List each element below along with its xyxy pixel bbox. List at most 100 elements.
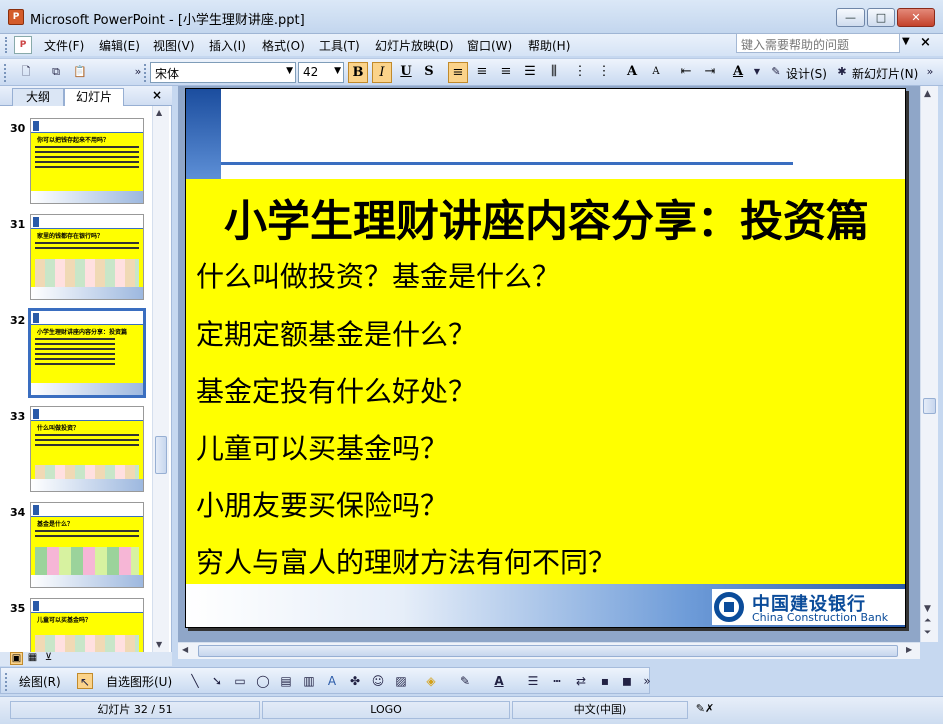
chevron-down-icon[interactable]: ▼ (902, 36, 910, 47)
slide-bullet[interactable]: 穷人与富人的理财方法有何不同？ (196, 541, 616, 581)
textbox-icon[interactable]: ▤ (278, 673, 294, 689)
font-color-icon[interactable]: A (491, 673, 507, 689)
picture-icon[interactable]: ▨ (393, 673, 409, 689)
minimize-button[interactable]: — (836, 8, 865, 27)
font-color-icon[interactable]: A (728, 62, 748, 83)
fill-color-icon[interactable]: ◈ (423, 673, 439, 689)
scroll-down-icon[interactable]: ▼ (924, 604, 931, 614)
normal-view-icon[interactable]: ▣ (10, 652, 23, 665)
thumbnail-scrollbar[interactable]: ▲ ▼ (152, 106, 169, 652)
tab-slides[interactable]: 幻灯片 (64, 88, 124, 106)
horizontal-scrollbar[interactable]: ◀ ▶ (178, 642, 920, 659)
autoshapes-button[interactable]: 自选图形(U) (106, 673, 172, 690)
clipart-icon[interactable]: ☺ (370, 673, 386, 689)
align-center-icon[interactable]: ≡ (472, 62, 492, 83)
vertical-textbox-icon[interactable]: ▥ (301, 673, 317, 689)
menu-edit[interactable]: 编辑(E) (99, 37, 140, 54)
line-icon[interactable]: ╲ (187, 673, 203, 689)
current-slide[interactable]: 小学生理财讲座内容分享：投资篇 什么叫做投资？基金是什么？ 定期定额基金是什么？… (185, 88, 906, 628)
diagram-icon[interactable]: ✤ (347, 673, 363, 689)
slide-title[interactable]: 小学生理财讲座内容分享：投资篇 (186, 187, 905, 249)
next-slide-icon[interactable]: ⏷ (924, 628, 931, 638)
slide-thumbnail[interactable]: 30 你可以把钱存起来不用吗？ (0, 112, 152, 208)
paste-icon[interactable]: 📋 (72, 64, 88, 80)
scrollbar-thumb[interactable] (198, 645, 898, 657)
thumbnail-frame[interactable]: 家里的钱都存在银行吗？ (30, 214, 144, 300)
scroll-down-icon[interactable]: ▼ (156, 640, 162, 649)
chevron-down-icon[interactable]: ▼ (286, 66, 293, 76)
3d-style-icon[interactable]: ◼ (619, 673, 635, 689)
thumbnail-frame[interactable]: 你可以把钱存起来不用吗？ (30, 118, 144, 204)
bullets-icon[interactable]: ⋮ (594, 62, 614, 83)
arrow-style-icon[interactable]: ⇄ (573, 673, 589, 689)
help-search-input[interactable]: 键入需要帮助的问题 (736, 33, 900, 53)
decrease-indent-icon[interactable]: ⇤ (676, 62, 696, 83)
menu-file[interactable]: 文件(F) (44, 37, 84, 54)
column-icon[interactable]: ⫼ (544, 62, 564, 83)
close-icon[interactable]: × (152, 88, 162, 102)
oval-icon[interactable]: ◯ (255, 673, 271, 689)
decrease-font-icon[interactable]: A (646, 62, 666, 83)
design-icon[interactable]: ✎ (768, 64, 784, 80)
slide-scrollbar[interactable]: ▲ ▼ ⏶ ⏷ (920, 86, 938, 642)
menu-tools[interactable]: 工具(T) (319, 37, 360, 54)
slideshow-icon[interactable]: ⊻ (42, 652, 55, 665)
slide-content-box[interactable]: 小学生理财讲座内容分享：投资篇 什么叫做投资？基金是什么？ 定期定额基金是什么？… (186, 179, 905, 584)
shadow-style-icon[interactable]: ▪ (597, 673, 613, 689)
slide-thumbnail[interactable]: 31 家里的钱都存在银行吗？ (0, 208, 152, 304)
slide-thumbnail[interactable]: 34 基金是什么？ (0, 496, 152, 592)
chevron-down-icon[interactable]: ▼ (749, 64, 765, 80)
menu-insert[interactable]: 插入(I) (209, 37, 246, 54)
justify-icon[interactable]: ☰ (520, 62, 540, 83)
maximize-button[interactable]: □ (867, 8, 895, 27)
thumbnail-frame[interactable]: 小学生理财讲座内容分享：投资篇 (28, 308, 146, 398)
toolbar-options-icon[interactable]: » (922, 64, 938, 80)
numbering-icon[interactable]: ⋮ (570, 62, 590, 83)
thumbnail-frame[interactable]: 儿童可以买基金吗？ (30, 598, 144, 652)
design-button[interactable]: 设计(S) (786, 65, 827, 82)
powerpoint-icon[interactable]: P (8, 9, 24, 25)
menu-format[interactable]: 格式(O) (262, 37, 305, 54)
shadow-button[interactable]: S (419, 62, 439, 83)
scroll-up-icon[interactable]: ▲ (156, 108, 162, 117)
spelling-check-icon[interactable]: ✎✗ (690, 701, 720, 719)
toolbar-grip[interactable] (144, 64, 147, 82)
menu-view[interactable]: 视图(V) (153, 37, 195, 54)
dash-style-icon[interactable]: ┅ (549, 673, 565, 689)
new-slide-button[interactable]: 新幻灯片(N) (852, 65, 918, 82)
scrollbar-thumb[interactable] (923, 398, 936, 414)
bold-button[interactable]: B (348, 62, 368, 83)
document-icon[interactable]: P (14, 36, 32, 54)
rectangle-icon[interactable]: ▭ (232, 673, 248, 689)
wordart-icon[interactable]: A (324, 673, 340, 689)
thumbnail-frame[interactable]: 什么叫做投资？ (30, 406, 144, 492)
slide-thumbnail[interactable]: 35 儿童可以买基金吗？ (0, 592, 152, 652)
slide-bullet[interactable]: 什么叫做投资？基金是什么？ (196, 255, 560, 295)
slide-bullet[interactable]: 儿童可以买基金吗？ (196, 427, 448, 467)
scroll-right-icon[interactable]: ▶ (906, 645, 912, 654)
underline-button[interactable]: U (396, 62, 416, 83)
slide-bullet[interactable]: 定期定额基金是什么？ (196, 313, 476, 353)
arrow-icon[interactable]: ➘ (209, 673, 225, 689)
slide-thumbnail[interactable]: 33 什么叫做投资？ (0, 400, 152, 496)
close-button[interactable]: ✕ (897, 8, 935, 27)
slide-thumbnail-selected[interactable]: 32 小学生理财讲座内容分享：投资篇 (0, 304, 152, 400)
scroll-up-icon[interactable]: ▲ (924, 89, 931, 99)
font-size-select[interactable]: 42 ▼ (298, 62, 344, 83)
previous-slide-icon[interactable]: ⏶ (924, 616, 931, 626)
menu-window[interactable]: 窗口(W) (467, 37, 512, 54)
new-document-icon[interactable]: 🗋 (18, 64, 34, 80)
toolbar-grip[interactable] (4, 64, 7, 82)
line-style-icon[interactable]: ☰ (525, 673, 541, 689)
slide-sorter-icon[interactable]: ▦ (26, 652, 39, 665)
toolbar-options-icon[interactable]: » (639, 673, 655, 689)
copy-icon[interactable]: ⧉ (48, 64, 64, 80)
toolbar-grip[interactable] (5, 37, 9, 53)
increase-indent-icon[interactable]: ⇥ (700, 62, 720, 83)
thumbnail-frame[interactable]: 基金是什么？ (30, 502, 144, 588)
font-name-select[interactable]: 宋体 ▼ (150, 62, 296, 83)
document-close-button[interactable]: × (920, 35, 931, 50)
scroll-left-icon[interactable]: ◀ (182, 645, 188, 654)
chevron-down-icon[interactable]: ▼ (334, 66, 341, 76)
slide-bullet[interactable]: 基金定投有什么好处？ (196, 370, 476, 410)
